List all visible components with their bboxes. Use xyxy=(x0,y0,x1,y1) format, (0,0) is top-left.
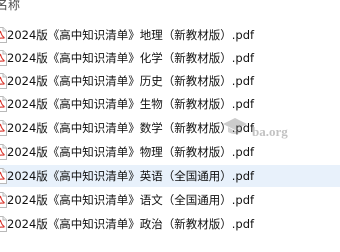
watermark-text: ba.org xyxy=(252,124,288,139)
file-name: 2024版《高中知识清单》语文（全国通用）.pdf xyxy=(7,193,255,207)
file-name: 2024版《高中知识清单》地理（新教材版）.pdf xyxy=(7,28,255,42)
file-name: 2024版《高中知识清单》生物（新教材版）.pdf xyxy=(7,97,255,111)
pdf-file-icon xyxy=(0,216,7,232)
file-row[interactable]: 2024版《高中知识清单》化学（新教材版）.pdf xyxy=(0,47,340,69)
file-name: 2024版《高中知识清单》数学（新教材版）.pdf xyxy=(7,121,255,135)
pdf-file-icon xyxy=(0,144,7,160)
name-column-header[interactable]: 名称 xyxy=(0,0,20,12)
file-row[interactable]: 2024版《高中知识清单》语文（全国通用）.pdf xyxy=(0,189,340,211)
file-row[interactable]: 2024版《高中知识清单》数学（新教材版）.pdf xyxy=(0,117,340,139)
file-row[interactable]: 2024版《高中知识清单》生物（新教材版）.pdf xyxy=(0,93,340,115)
column-header[interactable]: 名称 xyxy=(0,0,340,14)
pdf-file-icon xyxy=(0,50,7,66)
pdf-file-icon xyxy=(0,96,7,112)
file-row[interactable]: 2024版《高中知识清单》政治（新教材版）.pdf xyxy=(0,213,340,235)
pdf-file-icon xyxy=(0,120,7,136)
pdf-file-icon xyxy=(0,168,7,184)
file-name: 2024版《高中知识清单》历史（新教材版）.pdf xyxy=(7,74,255,88)
file-row[interactable]: 2024版《高中知识清单》历史（新教材版）.pdf xyxy=(0,70,340,92)
file-row-selected[interactable]: 2024版《高中知识清单》英语（全国通用）.pdf xyxy=(0,165,340,187)
file-row[interactable]: 2024版《高中知识清单》物理（新教材版）.pdf xyxy=(0,141,340,163)
pdf-file-icon xyxy=(0,192,7,208)
file-name: 2024版《高中知识清单》英语（全国通用）.pdf xyxy=(7,169,255,183)
pdf-file-icon xyxy=(0,27,7,43)
pdf-file-icon xyxy=(0,73,7,89)
file-row[interactable]: 2024版《高中知识清单》地理（新教材版）.pdf xyxy=(0,24,340,46)
watermark-logo-icon xyxy=(223,118,247,134)
file-name: 2024版《高中知识清单》物理（新教材版）.pdf xyxy=(7,145,255,159)
file-name: 2024版《高中知识清单》化学（新教材版）.pdf xyxy=(7,51,255,65)
file-name: 2024版《高中知识清单》政治（新教材版）.pdf xyxy=(7,217,255,231)
